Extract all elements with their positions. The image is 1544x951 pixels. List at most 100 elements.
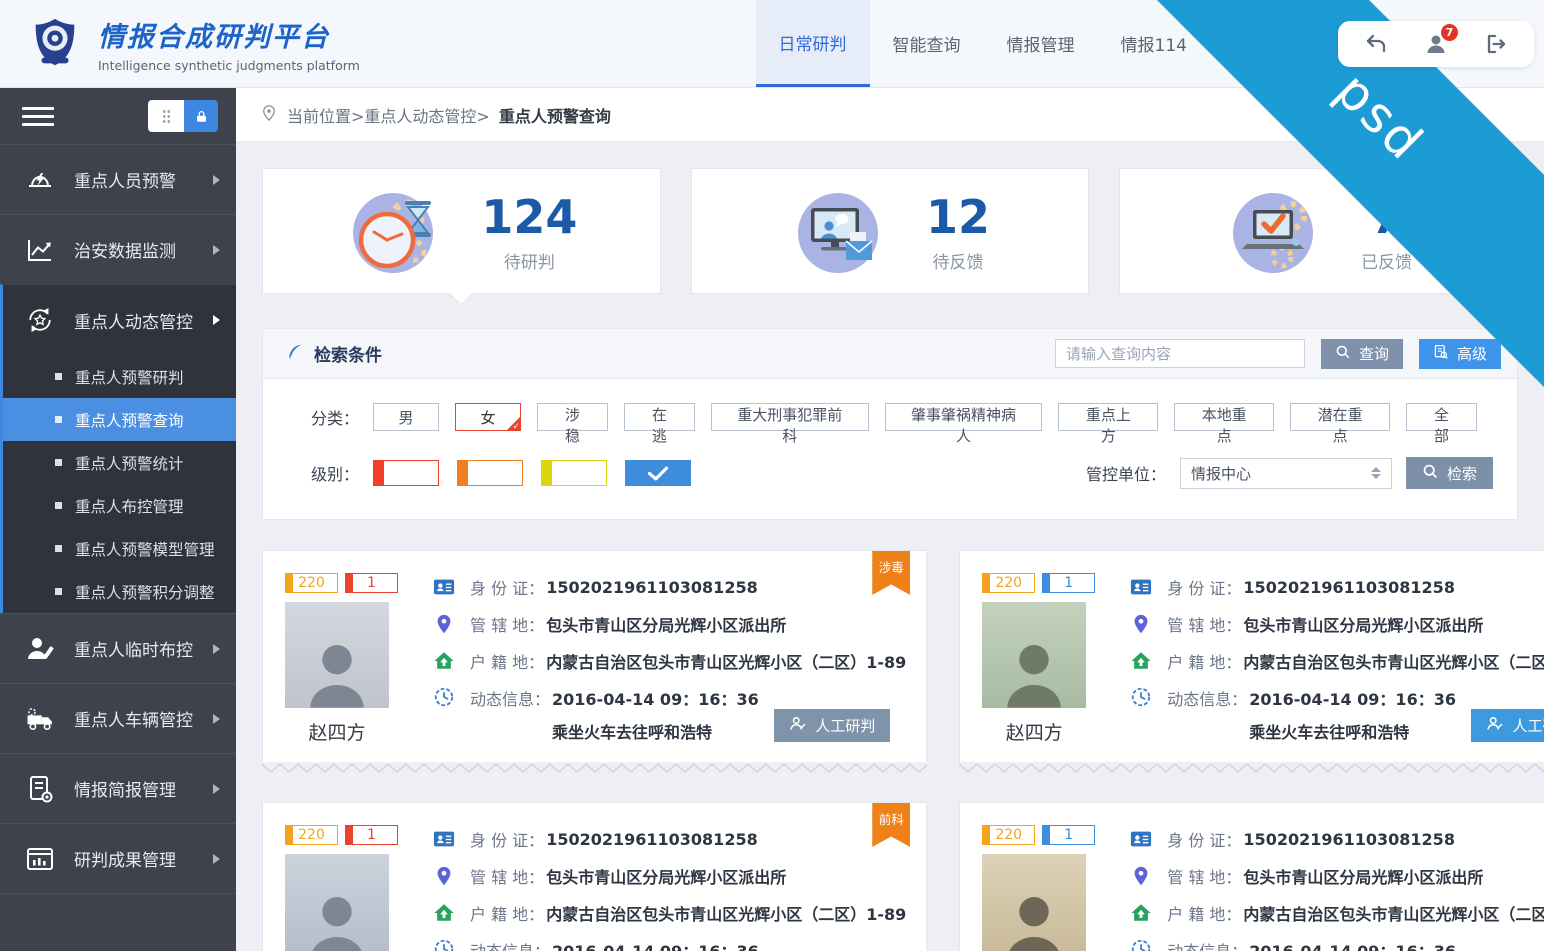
sidebar-subitem-control-management[interactable]: 重点人布控管理 [3,484,236,527]
id-label: 身 份 证： [470,575,544,599]
stats-row: 124 待研判 [262,168,1518,294]
query-button[interactable]: 查询 [1321,339,1403,369]
id-label: 身 份 证： [1167,575,1241,599]
category-mental-illness[interactable]: 肇事肇祸精神病人 [885,403,1043,431]
logout-icon[interactable] [1484,32,1508,56]
category-female-label: 女 [480,409,495,427]
person-card-body[interactable]: 涉毒 220 1 赵四方 身 份 证 [262,550,927,762]
category-female[interactable]: 女✓ [455,403,521,431]
sidebar-item-label: 情报简报管理 [74,776,176,801]
level-badge: 1 [345,573,398,593]
search-input[interactable] [1055,339,1305,368]
sidebar-subitem-label: 重点人预警研判 [75,366,184,388]
back-icon[interactable] [1364,32,1388,56]
sidebar-item-temporary-control[interactable]: 重点人临时布控 [0,613,236,683]
search-controls: 查询 高级 [1055,339,1501,369]
category-potential-key[interactable]: 潜在重点 [1290,403,1390,431]
sidebar-item-security-data[interactable]: 治安数据监测 [0,214,236,284]
person-photo [285,602,389,708]
level-red-checkbox[interactable] [373,460,439,486]
manual-judgment-button[interactable]: 人工研判 [1471,709,1544,742]
sidebar-subitem-score-adjustment[interactable]: 重点人预警积分调整 [3,570,236,613]
category-major-crime[interactable]: 重大刑事犯罪前科 [711,403,869,431]
bullet-icon [55,502,62,509]
score-badge: 220 [982,573,1035,593]
menu-toggle-icon[interactable] [22,102,54,131]
score-badge: 220 [982,825,1035,845]
person-card-body[interactable]: 前科 220 1 赵四方 身 份 证 [959,802,1544,951]
id-row: 身 份 证：1502021961103081258 [433,827,906,851]
sidebar-subitem-alert-query[interactable]: 重点人预警查询 [3,398,236,441]
jurisdiction-label: 管 辖 地： [1167,864,1241,888]
jurisdiction-label: 管 辖 地： [1167,612,1241,636]
advanced-button[interactable]: 高级 [1419,339,1501,369]
chevron-right-icon [213,854,220,864]
jurisdiction-value: 包头市青山区分局光辉小区派出所 [1243,612,1483,636]
sidebar-subitem-alert-statistics[interactable]: 重点人预警统计 [3,441,236,484]
sidebar-item-key-person-alert[interactable]: 重点人员预警 [0,144,236,214]
sidebar-item-label: 研判成果管理 [74,846,176,871]
result-chart-icon [24,843,56,875]
person-photo [285,854,389,951]
home-icon [433,902,455,924]
tab-smart-query[interactable]: 智能查询 [870,0,984,87]
person-card: 前科 220 1 赵四方 身 份 证 [262,802,927,951]
dynamic-info-row: 动态信息： 2016-04-14 09：16：36 乘坐火车去往呼和浩特 [433,938,906,951]
level-orange-checkbox[interactable] [457,460,523,486]
category-male[interactable]: 男 [373,403,439,431]
level-label: 级别： [287,461,359,485]
sidebar-item-dynamic-control[interactable]: 重点人动态管控 [3,285,236,355]
jurisdiction-value: 包头市青山区分局光辉小区派出所 [546,864,786,888]
sidebar-subitem-alert-judgment[interactable]: 重点人预警研判 [3,355,236,398]
score-badge: 220 [285,573,338,593]
person-info-column: 身 份 证：1502021961103081258 管 辖 地：包头市青山区分局… [403,825,906,951]
location-pin-icon [260,104,278,126]
id-card-icon [1130,576,1152,598]
person-card-body[interactable]: 前科 220 1 赵四方 身 份 证 [959,550,1544,762]
category-fugitive[interactable]: 在逃 [624,403,695,431]
stat-card-pending-feedback[interactable]: 12 待反馈 [691,168,1090,294]
person-card-body[interactable]: 前科 220 1 赵四方 身 份 证 [262,802,927,951]
category-stability[interactable]: 涉稳 [537,403,608,431]
tab-daily-judgment[interactable]: 日常研判 [756,0,870,87]
person-info-column: 身 份 证：1502021961103081258 管 辖 地：包头市青山区分局… [403,573,906,746]
unit-group: 管控单位： 情报中心 检索 [1086,457,1493,489]
dynamic-detail: 2016-04-14 09：16：36 乘坐火车去往呼和浩特 [1247,938,1456,951]
stat-value: 124 [481,190,577,244]
search-button[interactable]: 检索 [1406,457,1493,489]
document-gear-icon [24,773,56,805]
id-value: 1502021961103081258 [546,830,758,849]
person-icon [1486,715,1503,736]
jurisdiction-row: 管 辖 地：包头市青山区分局光辉小区派出所 [1130,612,1544,636]
manual-judgment-button[interactable]: 人工研判 [774,709,890,742]
chart-icon [24,234,56,266]
household-label: 户 籍 地： [1167,901,1241,925]
category-key-upper[interactable]: 重点上方 [1058,403,1158,431]
household-row: 户 籍 地：内蒙古自治区包头市青山区光辉小区（二区）1-89 [433,649,906,673]
level-blue-checkbox[interactable] [625,460,691,486]
advanced-button-label: 高级 [1457,343,1487,364]
jurisdiction-value: 包头市青山区分局光辉小区派出所 [1243,864,1483,888]
unit-label: 管控单位： [1086,461,1166,485]
sidebar-subitem-model-management[interactable]: 重点人预警模型管理 [3,527,236,570]
category-local-key[interactable]: 本地重点 [1174,403,1274,431]
sidebar-item-vehicle-control[interactable]: 重点人车辆管控 [0,683,236,753]
sidebar-item-result-management[interactable]: 研判成果管理 [0,823,236,893]
tab-intel-management[interactable]: 情报管理 [984,0,1098,87]
id-label: 身 份 证： [1167,827,1241,851]
user-icon[interactable]: 7 [1424,32,1448,56]
chevron-right-icon [213,245,220,255]
id-value: 1502021961103081258 [1243,830,1455,849]
sidebar-item-label: 重点人员预警 [74,167,176,192]
app-title: 情报合成研判平台 [98,15,360,54]
bullet-icon [55,545,62,552]
level-yellow-checkbox[interactable] [541,460,607,486]
category-all[interactable]: 全部 [1406,403,1477,431]
sidebar-item-briefing-management[interactable]: 情报简报管理 [0,753,236,823]
level-badge: 1 [345,825,398,845]
stat-card-pending-judgment[interactable]: 124 待研判 [262,168,661,294]
unit-select[interactable]: 情报中心 [1180,458,1392,489]
sidebar-lock-toggle[interactable] [148,100,218,132]
location-pin-icon [433,865,455,887]
jurisdiction-label: 管 辖 地： [470,864,544,888]
